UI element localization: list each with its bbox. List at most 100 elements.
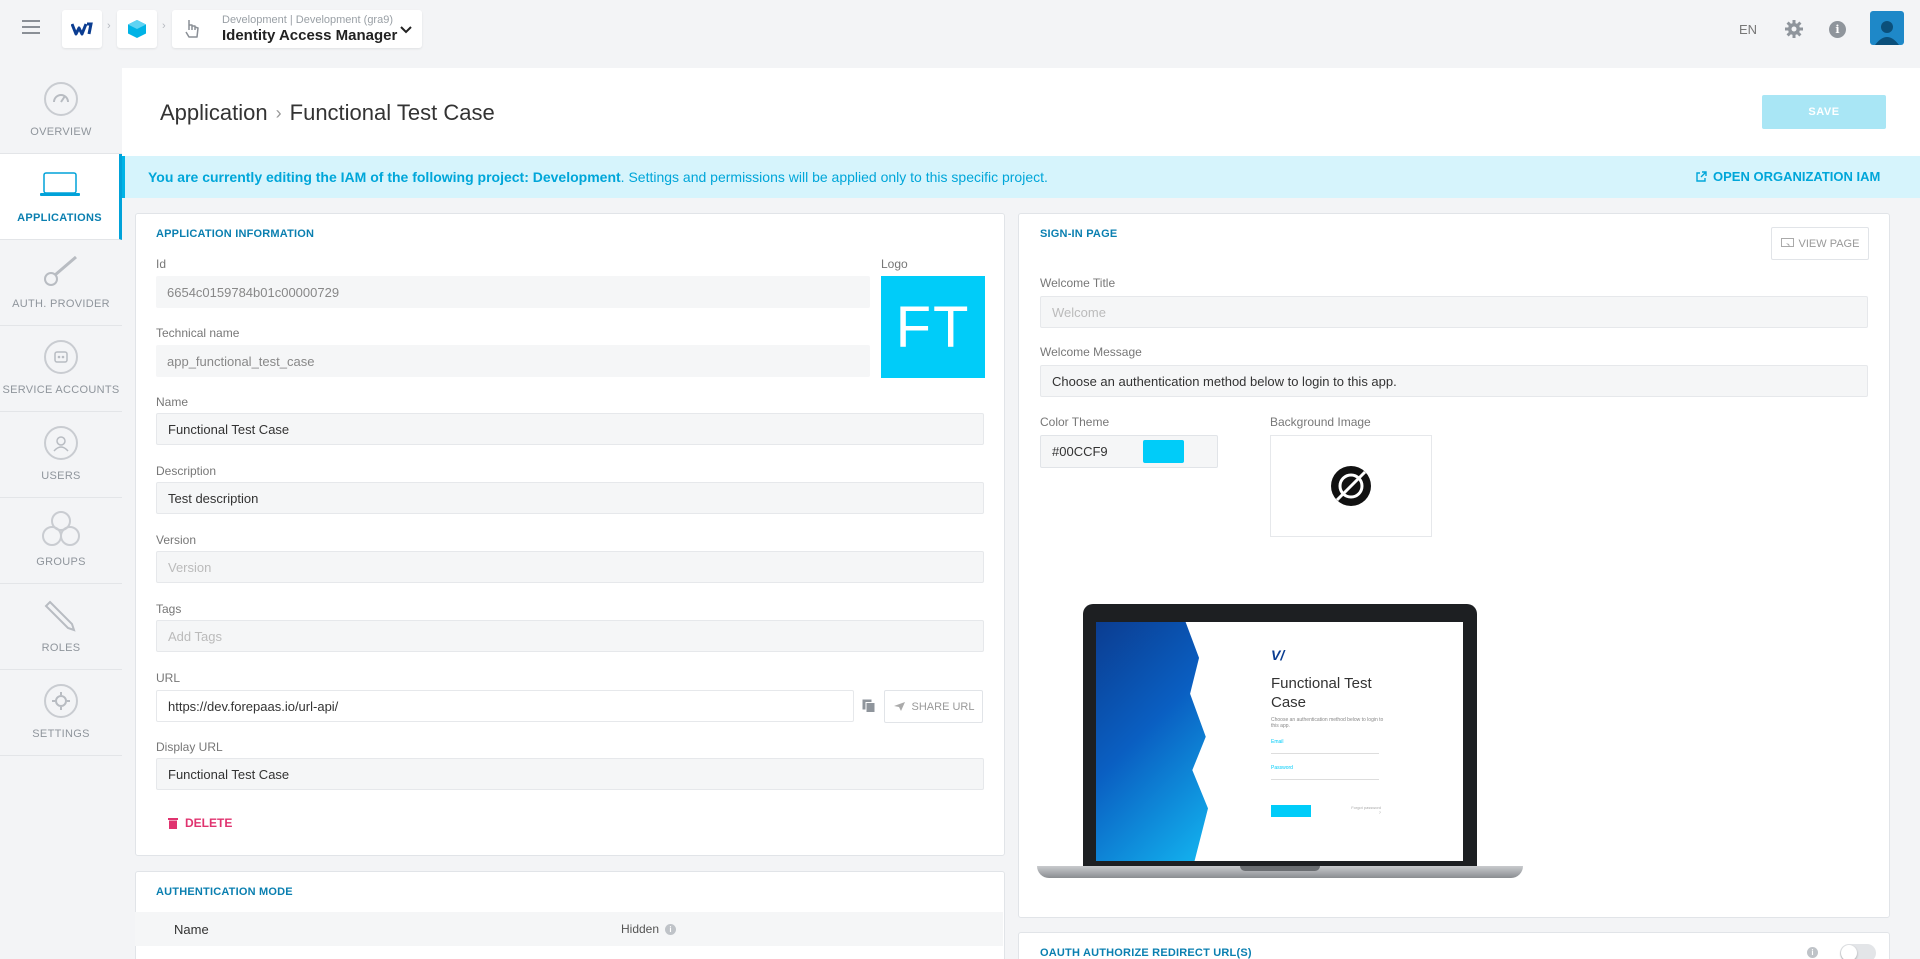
breadcrumb-parent[interactable]: Application (160, 100, 268, 126)
robot-icon (44, 340, 78, 374)
trash-icon (168, 818, 178, 829)
project-button[interactable] (117, 10, 157, 48)
open-organization-iam-label: OPEN ORGANIZATION IAM (1713, 169, 1881, 184)
copy-icon[interactable] (862, 699, 876, 713)
preview-login-button (1271, 805, 1311, 817)
sidebar-item-label: SETTINGS (32, 728, 90, 740)
auth-table-header (135, 912, 1003, 946)
welcome-message-input[interactable]: Choose an authentication method below to… (1040, 365, 1868, 397)
info-icon[interactable]: i (1807, 947, 1818, 958)
delete-button[interactable]: DELETE (168, 816, 232, 830)
key-icon (42, 254, 80, 288)
menu-icon[interactable] (22, 20, 40, 34)
field-label: Display URL (156, 740, 223, 754)
no-image-icon (1331, 466, 1371, 506)
welcome-title-input[interactable]: Welcome (1040, 296, 1868, 328)
sidebar-item-label: APPLICATIONS (17, 212, 102, 224)
version-input[interactable]: Version (156, 551, 984, 583)
info-icon[interactable]: i (665, 923, 677, 935)
pencil-icon (44, 598, 78, 632)
field-label: Id (156, 257, 167, 271)
breadcrumb-current: Functional Test Case (289, 100, 495, 125)
display-url-input[interactable]: Functional Test Case (156, 758, 984, 790)
sidebar-item-overview[interactable]: OVERVIEW (0, 68, 122, 154)
laptop-icon (39, 168, 81, 202)
oauth-toggle[interactable] (1840, 944, 1876, 959)
user-silhouette-icon (1875, 21, 1899, 45)
sidebar-item-applications[interactable]: APPLICATIONS (0, 154, 122, 240)
color-swatch[interactable] (1143, 440, 1184, 463)
preview-background (1096, 622, 1208, 861)
gear-icon[interactable] (1784, 19, 1804, 39)
project-context: Development | Development (gra9) (222, 14, 393, 26)
field-label: Version (156, 533, 197, 547)
url-input[interactable]: https://dev.forepaas.io/url-api/ (156, 690, 854, 722)
app-name: Identity Access Manager (222, 27, 398, 44)
preview-email-label: Email (1271, 739, 1284, 745)
chevron-down-icon (400, 26, 412, 34)
chevron-right-icon: › (162, 20, 166, 32)
sidebar-item-label: SERVICE ACCOUNTS (2, 384, 120, 396)
user-icon (44, 426, 78, 460)
sidebar-item-roles[interactable]: ROLES (0, 584, 122, 670)
technical-name-field: app_functional_test_case (156, 345, 870, 377)
delete-label: DELETE (185, 816, 233, 830)
hand-pointer-icon (185, 20, 199, 38)
background-image-picker[interactable] (1270, 435, 1432, 537)
section-title: SIGN-IN PAGE (1040, 228, 1118, 240)
language-selector[interactable]: EN (1739, 22, 1757, 37)
share-url-button[interactable]: SHARE URL (884, 690, 983, 723)
preview-subtitle: Choose an authentication method below to… (1271, 717, 1384, 729)
preview-logo-icon: V/ (1271, 647, 1285, 663)
save-button[interactable]: SAVE (1762, 95, 1886, 129)
field-label: Description (156, 464, 217, 478)
name-input[interactable]: Functional Test Case (156, 413, 984, 445)
chevron-right-icon: › (107, 20, 111, 32)
open-organization-iam-link[interactable]: OPEN ORGANIZATION IAM (1695, 169, 1880, 184)
sidebar-item-label: USERS (41, 470, 81, 482)
preview-forgot-label: Forgot password ? (1351, 805, 1381, 815)
preview-screen: V/ Functional Test Case Choose an authen… (1096, 622, 1463, 861)
sidebar-item-users[interactable]: USERS (0, 412, 122, 498)
app-selector[interactable]: Development | Development (gra9) Identit… (172, 10, 422, 48)
user-avatar[interactable] (1870, 11, 1904, 45)
column-header-name: Name (174, 922, 209, 937)
field-label: URL (156, 671, 181, 685)
banner-project: You are currently editing the IAM of the… (148, 169, 621, 185)
chevron-right-icon: › (275, 102, 282, 123)
sidebar-item-label: AUTH. PROVIDER (12, 298, 110, 310)
info-icon[interactable]: i (1829, 21, 1846, 38)
forepaas-logo-icon (71, 22, 93, 36)
field-label: Welcome Message (1040, 345, 1142, 359)
color-theme-input[interactable]: #00CCF9 (1040, 435, 1218, 468)
field-label: Background Image (1270, 415, 1371, 429)
field-label: Tags (156, 602, 182, 616)
sidebar: OVERVIEW APPLICATIONS AUTH. PROVIDER SER… (0, 68, 122, 756)
forepaas-logo-button[interactable] (62, 10, 102, 48)
description-input[interactable]: Test description (156, 482, 984, 514)
banner-text: You are currently editing the IAM of the… (148, 169, 1048, 185)
view-page-button[interactable]: VIEW PAGE (1771, 227, 1869, 260)
app-logo[interactable]: FT (881, 276, 985, 378)
field-label: Color Theme (1040, 415, 1110, 429)
group-icon (40, 511, 82, 546)
tags-input[interactable]: Add Tags (156, 620, 984, 652)
sidebar-item-auth-provider[interactable]: AUTH. PROVIDER (0, 240, 122, 326)
preview-password-label: Password (1271, 765, 1293, 771)
sidebar-item-settings[interactable]: SETTINGS (0, 670, 122, 756)
sign-in-preview: V/ Functional Test Case Choose an authen… (1037, 604, 1523, 880)
field-label: Technical name (156, 326, 240, 340)
preview-icon (1780, 238, 1794, 247)
gauge-icon (44, 82, 78, 116)
banner-note: . Settings and permissions will be appli… (620, 169, 1048, 185)
sidebar-item-label: GROUPS (36, 556, 86, 568)
section-title: OAUTH AUTHORIZE REDIRECT URL(S) (1040, 947, 1252, 959)
share-url-label: SHARE URL (911, 700, 975, 713)
page-header: Application › Functional Test Case SAVE (122, 68, 1920, 156)
sidebar-item-groups[interactable]: GROUPS (0, 498, 122, 584)
project-banner: You are currently editing the IAM of the… (122, 156, 1920, 198)
column-header-hidden: Hidden i (621, 922, 677, 936)
preview-title: Functional Test Case (1271, 675, 1372, 711)
section-title: APPLICATION INFORMATION (156, 228, 315, 240)
sidebar-item-service-accounts[interactable]: SERVICE ACCOUNTS (0, 326, 122, 412)
